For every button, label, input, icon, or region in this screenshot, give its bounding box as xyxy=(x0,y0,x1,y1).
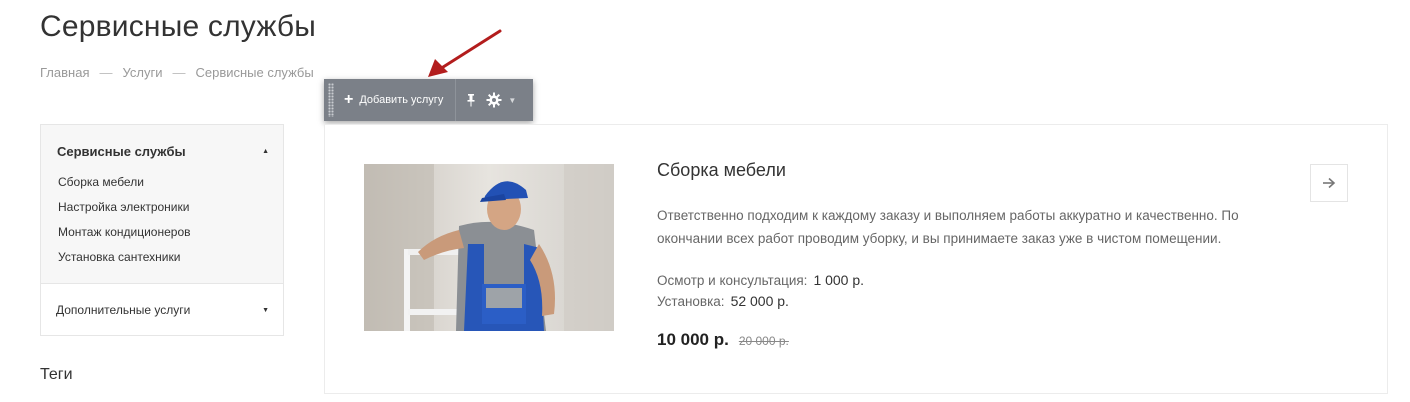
gear-icon xyxy=(486,92,502,108)
sidebar-section-title: Сервисные службы xyxy=(57,143,186,159)
add-service-label: Добавить услугу xyxy=(359,94,444,106)
breadcrumb-separator: — xyxy=(99,65,113,80)
sidebar-section-services: Сервисные службы ▲ Сборка мебели Настрой… xyxy=(41,125,283,284)
chevron-down-icon: ▼ xyxy=(262,306,269,314)
old-price: 20 000 р. xyxy=(738,334,789,348)
sidebar-item-electronics[interactable]: Настройка электроники xyxy=(58,201,283,227)
plus-icon: + xyxy=(344,91,354,108)
sidebar-item-air-conditioning[interactable]: Монтаж кондиционеров xyxy=(58,226,283,252)
price-line: Установка: 52 000 р. xyxy=(657,291,864,312)
price-line: Осмотр и консультация: 1 000 р. xyxy=(657,270,864,291)
sidebar-item-plumbing[interactable]: Установка сантехники xyxy=(58,251,283,277)
breadcrumb-current: Сервисные службы xyxy=(195,65,314,80)
sidebar-section-header[interactable]: Сервисные службы ▲ xyxy=(41,125,283,177)
price-list: Осмотр и консультация: 1 000 р. Установка… xyxy=(657,270,864,312)
service-image[interactable] xyxy=(364,164,614,331)
breadcrumb-home[interactable]: Главная xyxy=(40,65,89,80)
caret-down-icon: ▼ xyxy=(508,95,517,105)
worker-photo xyxy=(364,164,614,331)
page-title: Сервисные службы xyxy=(40,10,317,43)
price-line-label: Осмотр и консультация: xyxy=(657,273,808,288)
arrow-right-icon xyxy=(1323,177,1336,189)
price-line-label: Установка: xyxy=(657,294,725,309)
breadcrumb-services[interactable]: Услуги xyxy=(122,65,162,80)
service-title[interactable]: Сборка мебели xyxy=(657,160,786,181)
price-block: 10 000 р. 20 000 р. xyxy=(657,330,789,350)
sidebar-item-furniture[interactable]: Сборка мебели xyxy=(58,176,283,202)
admin-toolbar: + Добавить услугу ▼ xyxy=(324,79,533,121)
add-service-button[interactable]: + Добавить услугу xyxy=(334,79,457,121)
sidebar-extra-label: Дополнительные услуги xyxy=(56,303,191,317)
pin-icon xyxy=(467,94,475,107)
chevron-up-icon: ▲ xyxy=(262,147,269,155)
pin-button[interactable] xyxy=(456,79,486,121)
price-line-value: 1 000 р. xyxy=(813,272,865,288)
breadcrumb: Главная — Услуги — Сервисные службы xyxy=(40,65,314,80)
sidebar: Сервисные службы ▲ Сборка мебели Настрой… xyxy=(40,124,284,336)
current-price: 10 000 р. xyxy=(657,330,729,349)
breadcrumb-separator: — xyxy=(172,65,186,80)
sidebar-item-additional-services[interactable]: Дополнительные услуги ▼ xyxy=(41,284,283,336)
open-service-button[interactable] xyxy=(1310,164,1348,202)
tags-heading: Теги xyxy=(40,366,73,383)
settings-button[interactable]: ▼ xyxy=(486,79,522,121)
price-line-value: 52 000 р. xyxy=(730,293,789,309)
service-description: Ответственно подходим к каждому заказу и… xyxy=(657,208,1239,246)
sidebar-list: Сборка мебели Настройка электроники Монт… xyxy=(41,176,283,277)
